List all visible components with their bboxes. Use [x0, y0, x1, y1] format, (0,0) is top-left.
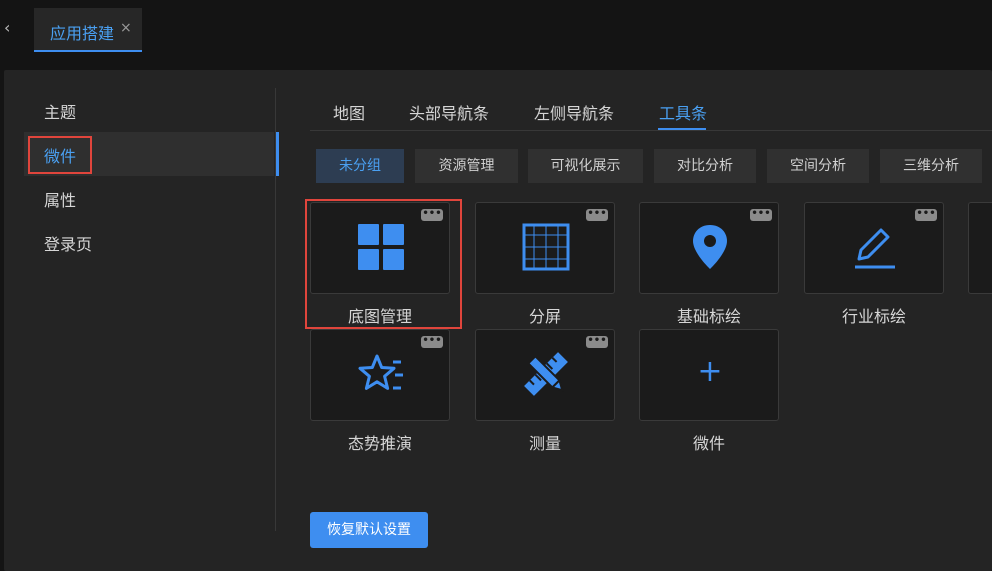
tab-header-nav[interactable]: 头部导航条	[409, 100, 489, 124]
widget-label: 行业标绘	[841, 307, 906, 326]
back-icon[interactable]: ‹	[4, 18, 18, 38]
widget-card-industry-plotting[interactable]: •••	[804, 202, 944, 294]
more-options-icon[interactable]: •••	[586, 209, 608, 221]
widget-card-basic-plotting[interactable]: •••	[639, 202, 779, 294]
widget-label: 态势推演	[347, 434, 412, 453]
more-options-icon[interactable]: •••	[421, 336, 443, 348]
close-icon[interactable]: ×	[120, 20, 132, 36]
sidebar-divider	[275, 88, 276, 531]
group-3d-analysis[interactable]: 三维分析	[880, 149, 982, 183]
sidebar-item-theme[interactable]: 主题	[24, 88, 274, 132]
tab-toolbar[interactable]: 工具条	[659, 100, 707, 124]
widget-card-partial[interactable]	[968, 202, 992, 294]
split-screen-icon	[522, 223, 570, 271]
tab-app-builder[interactable]: 应用搭建 ×	[34, 8, 142, 52]
widget-label: 测量	[528, 434, 561, 453]
widget-label: 基础标绘	[676, 307, 741, 326]
sidebar-item-login-page[interactable]: 登录页	[24, 220, 274, 264]
reset-default-button[interactable]: 恢复默认设置	[310, 512, 428, 548]
ruler-pencil-icon	[524, 352, 568, 396]
widget-label: 分屏	[528, 307, 561, 326]
widget-label: 微件	[692, 434, 725, 453]
tab-map[interactable]: 地图	[333, 100, 365, 124]
widget-card-split-screen[interactable]: •••	[475, 202, 615, 294]
sidebar-item-properties[interactable]: 属性	[24, 176, 274, 220]
group-visualization[interactable]: 可视化展示	[528, 149, 643, 183]
highlight-box	[28, 136, 92, 174]
more-options-icon[interactable]: •••	[586, 336, 608, 348]
group-comparison[interactable]: 对比分析	[654, 149, 756, 183]
top-bar: ‹ 应用搭建 ×	[0, 0, 992, 54]
highlight-box	[305, 199, 462, 329]
tab-left-nav[interactable]: 左侧导航条	[534, 100, 614, 124]
plus-icon: +	[697, 354, 723, 389]
sidebar-item-label: 登录页	[44, 235, 93, 254]
sidebar-item-label: 属性	[44, 191, 77, 210]
group-ungrouped[interactable]: 未分组	[316, 149, 404, 183]
star-list-icon	[358, 354, 403, 390]
widget-card-situation[interactable]: •••	[310, 329, 450, 421]
more-options-icon[interactable]: •••	[915, 209, 937, 221]
tab-active-indicator	[34, 50, 142, 52]
more-options-icon[interactable]: •••	[750, 209, 772, 221]
settings-panel: 主题 微件 属性 登录页 地图 头部导航条 左侧导航条 工具条 未分组 资源管理…	[4, 70, 992, 571]
add-widget-card[interactable]: +	[639, 329, 779, 421]
tab-label: 应用搭建	[50, 24, 115, 43]
group-spatial-analysis[interactable]: 空间分析	[767, 149, 869, 183]
map-pin-icon	[693, 225, 727, 269]
tabs-divider	[310, 130, 992, 131]
group-resource-management[interactable]: 资源管理	[415, 149, 518, 183]
sidebar-item-label: 主题	[44, 103, 77, 122]
widget-card-measure[interactable]: •••	[475, 329, 615, 421]
pencil-icon	[855, 228, 895, 269]
